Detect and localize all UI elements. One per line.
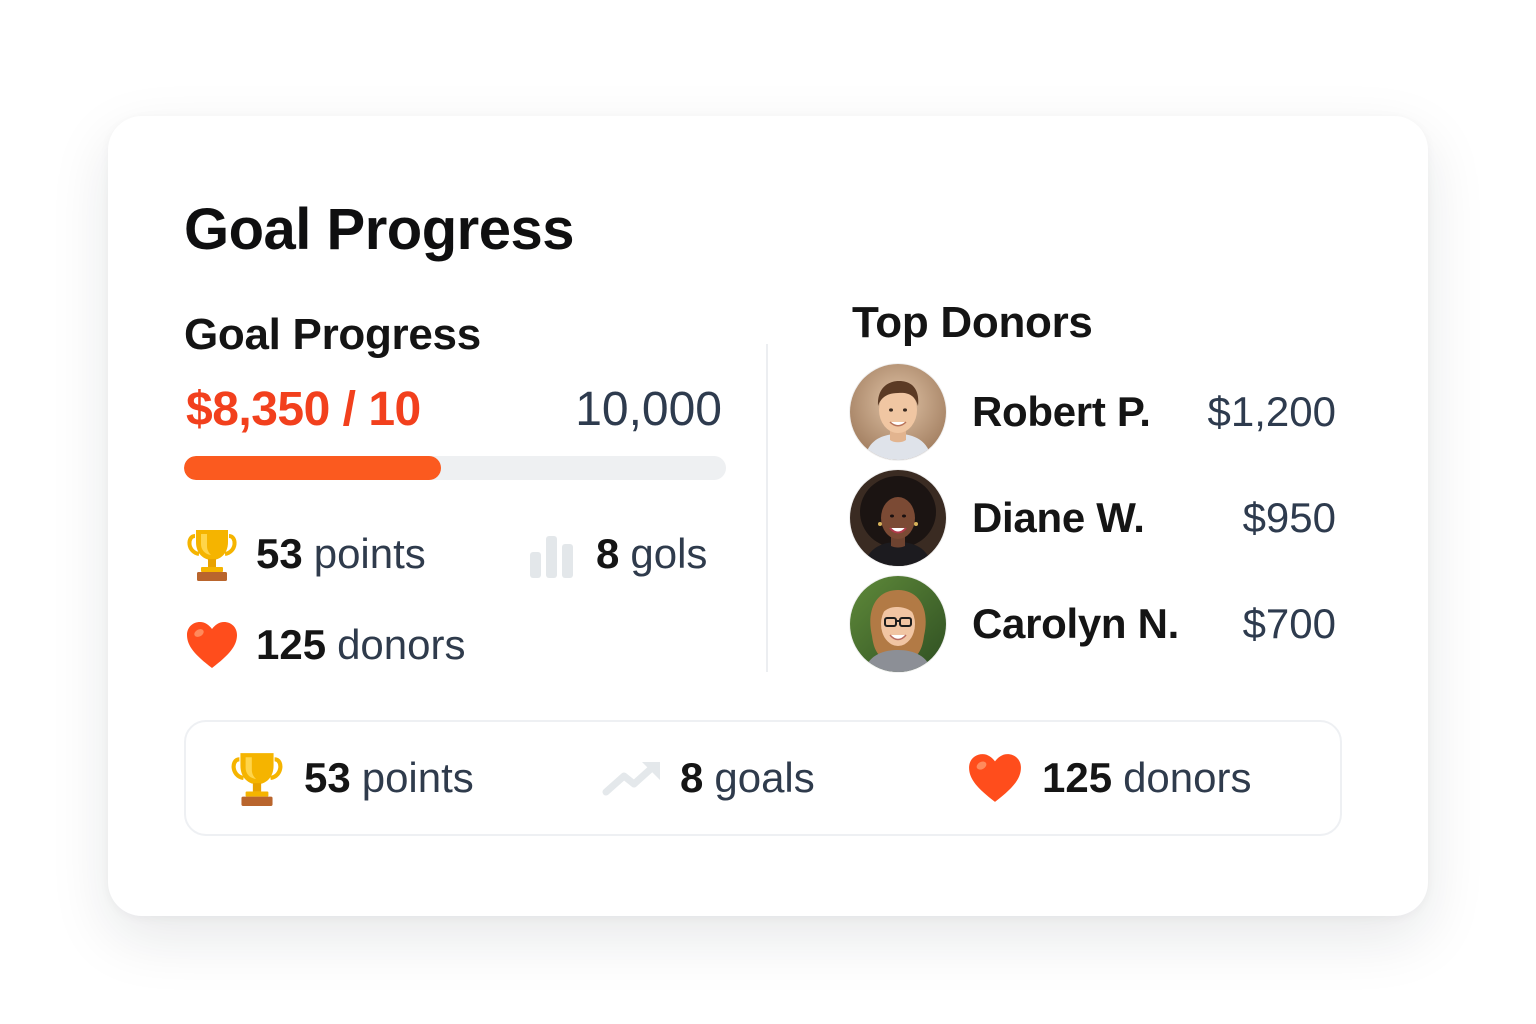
goal-progress-heading: Goal Progress [184, 310, 481, 359]
points-unit: points [313, 530, 426, 577]
donor-row[interactable]: Robert P. $1,200 [850, 364, 1336, 460]
summary-goals: 8 goals [602, 748, 815, 808]
summary-donors-unit: donors [1123, 754, 1252, 801]
donors-value: 125 [256, 621, 327, 668]
summary-bar: 53 points 8 goals 125 donors [184, 720, 1342, 836]
donor-name: Carolyn N. [972, 600, 1180, 647]
summary-donors-value: 125 [1042, 754, 1113, 801]
heart-icon [184, 617, 240, 673]
donor-amount: $950 [1242, 494, 1336, 541]
summary-points: 53 points [226, 748, 474, 808]
top-donors-panel: Top Donors Robert P. $1,200 Diane W. $95… [850, 298, 1336, 678]
heart-icon [964, 748, 1026, 808]
progress-bar [184, 456, 726, 480]
top-donors-heading: Top Donors [852, 298, 1093, 347]
summary-goals-value: 8 [680, 754, 704, 801]
trending-up-icon [602, 748, 664, 808]
points-value: 53 [256, 530, 303, 577]
summary-goals-unit: goals [714, 754, 815, 801]
goal-progress-panel: Goal Progress $8,350 / 10 10,000 53 poin… [184, 306, 729, 676]
donor-name: Diane W. [972, 494, 1145, 541]
summary-points-value: 53 [304, 754, 351, 801]
avatar [850, 470, 946, 566]
avatar [850, 364, 946, 460]
goals-unit: gols [630, 530, 708, 577]
trophy-icon [184, 526, 240, 582]
donor-row[interactable]: Diane W. $950 [850, 470, 1336, 566]
trophy-icon [226, 748, 288, 808]
stat-goals: 8 gols [524, 524, 707, 584]
summary-donors: 125 donors [964, 748, 1252, 808]
avatar [850, 576, 946, 672]
bar-chart-icon [524, 526, 580, 582]
donor-row[interactable]: Carolyn N. $700 [850, 576, 1336, 672]
amount-row: $8,350 / 10 10,000 [186, 382, 722, 438]
amount-target: 10,000 [575, 383, 722, 436]
goals-value: 8 [596, 530, 620, 577]
donor-amount: $1,200 [1207, 388, 1336, 435]
stat-points: 53 points [184, 524, 426, 584]
donor-amount: $700 [1242, 600, 1336, 647]
donor-name: Robert P. [972, 388, 1151, 435]
stat-donors: 125 donors [184, 615, 466, 675]
progress-bar-fill [184, 456, 442, 480]
panel-divider [766, 344, 768, 672]
summary-points-unit: points [361, 754, 474, 801]
card-title: Goal Progress [184, 197, 574, 262]
donors-unit: donors [337, 621, 466, 668]
amount-raised: $8,350 / 10 [186, 383, 421, 436]
goal-progress-card: Goal Progress Goal Progress $8,350 / 10 … [108, 116, 1428, 916]
